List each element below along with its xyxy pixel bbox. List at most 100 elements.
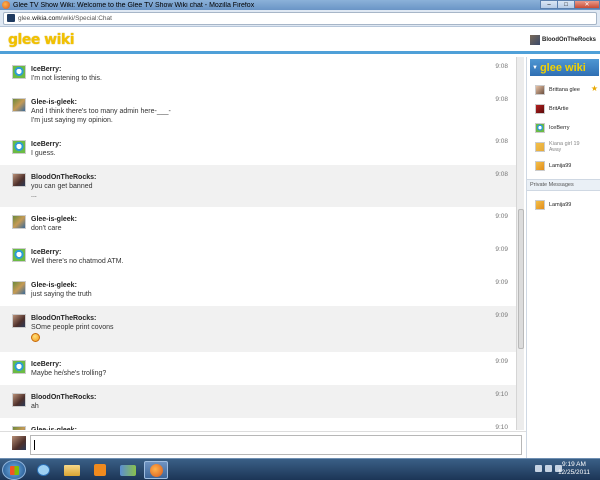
wiki-header: glee wiki BloodOnTheRocks [0, 28, 600, 54]
user-list-item[interactable]: BritArtie [527, 99, 600, 118]
chat-message-list[interactable]: IceBerry: I'm not listening to this. 9:08 G… [0, 57, 516, 430]
message-text: I'm not listening to this. [31, 75, 102, 82]
blood-avatar[interactable] [12, 173, 26, 187]
gleek-avatar[interactable] [12, 215, 26, 229]
tray-arrow-icon[interactable] [535, 465, 542, 472]
message-timestamp: 9:09 [495, 213, 508, 220]
user-name: Brittana glee [549, 87, 580, 93]
windows-taskbar: 9:19 AM 12/25/2011 [0, 458, 600, 480]
network-icon[interactable] [545, 465, 552, 472]
maximize-button[interactable]: □ [557, 0, 575, 9]
private-messages-list: Lamija99 [527, 195, 600, 214]
user-list-item[interactable]: IceBerry [527, 118, 600, 137]
window-controls: – □ ✕ [540, 0, 600, 10]
self-avatar [12, 436, 26, 450]
url-prefix: glee. [18, 14, 33, 22]
chat-input-row [0, 431, 526, 458]
wiki-logo[interactable]: glee wiki [8, 32, 75, 48]
private-messages-header: Private Messages [527, 179, 600, 191]
collapse-arrow-icon[interactable]: ▼ [532, 65, 538, 71]
window-title: Glee TV Show Wiki: Welcome to the Glee T… [13, 1, 255, 9]
user-name-text: Lamija99 [549, 201, 572, 208]
blood-avatar[interactable] [12, 393, 26, 407]
current-user[interactable]: BloodOnTheRocks [529, 34, 596, 45]
star-icon: ★ [590, 84, 598, 93]
iceberry-avatar[interactable] [12, 360, 26, 374]
user-name: BritArtie [549, 106, 569, 112]
chat-scrollbar-thumb[interactable] [518, 209, 524, 349]
user-avatar [535, 199, 545, 210]
user-name-text: Brittana glee [549, 86, 580, 93]
address-bar[interactable]: glee.wikia.com/wiki/Special:Chat [3, 11, 597, 25]
internet-explorer-icon [37, 464, 50, 476]
message-text: you can get banned [31, 183, 93, 190]
message-timestamp: 9:09 [495, 246, 508, 253]
message-username[interactable]: BloodOnTheRocks: [31, 315, 516, 322]
site-favicon-icon [7, 14, 15, 22]
sidebar-wiki-logo: glee wiki [539, 61, 586, 74]
gleek-avatar[interactable] [12, 426, 26, 430]
iceberry-avatar[interactable] [12, 248, 26, 262]
sidebar-wiki-header[interactable]: ▼ glee wiki [530, 59, 599, 76]
current-user-name: BloodOnTheRocks [541, 36, 596, 43]
taskbar-media-player[interactable] [88, 461, 112, 479]
start-button[interactable] [2, 460, 26, 480]
message-username[interactable]: Glee-is-gleek: [31, 99, 516, 106]
taskbar-paint[interactable] [116, 461, 140, 479]
iceberry-avatar[interactable] [12, 140, 26, 154]
message-username[interactable]: BloodOnTheRocks: [31, 174, 516, 181]
message-username[interactable]: IceBerry: [31, 249, 516, 256]
message-timestamp: 9:09 [495, 279, 508, 286]
taskbar-firefox[interactable] [144, 461, 168, 479]
chat-message: Glee-is-gleek: And I think there's too ma… [0, 90, 516, 132]
gleek-avatar[interactable] [12, 281, 26, 295]
message-username[interactable]: IceBerry: [31, 361, 516, 368]
user-list-item[interactable]: Brittana glee ★ [527, 80, 600, 99]
message-text: I guess. [31, 150, 56, 157]
taskbar-ie[interactable] [32, 461, 56, 479]
chat-message: BloodOnTheRocks: SOme people print covons… [0, 306, 516, 352]
message-timestamp: 9:08 [495, 171, 508, 178]
message-username[interactable]: Glee-is-gleek: [31, 282, 516, 289]
message-emoticon [31, 333, 516, 344]
user-avatar [535, 103, 545, 114]
close-button[interactable]: ✕ [574, 0, 600, 9]
navigation-bar: glee.wikia.com/wiki/Special:Chat [0, 10, 600, 27]
user-list-item[interactable]: Lamija99 [527, 195, 600, 214]
user-name: Lamija99 [549, 202, 571, 208]
message-username[interactable]: Glee-is-gleek: [31, 427, 516, 430]
url-path: /wiki/Special:Chat [60, 14, 112, 22]
blood-avatar[interactable] [12, 314, 26, 328]
iceberry-avatar[interactable] [12, 65, 26, 79]
gleek-avatar[interactable] [12, 98, 26, 112]
window-titlebar[interactable]: Glee TV Show Wiki: Welcome to the Glee T… [0, 0, 600, 10]
message-username[interactable]: IceBerry: [31, 141, 516, 148]
chat-scrollbar[interactable] [516, 57, 524, 430]
message-text: I'm just saying my opinion. [31, 117, 113, 124]
message-timestamp: 9:09 [495, 358, 508, 365]
user-name-text: BritArtie [549, 105, 569, 112]
taskbar-explorer[interactable] [60, 461, 84, 479]
chat-message: BloodOnTheRocks: you can get banned... 9:0… [0, 165, 516, 207]
message-timestamp: 9:08 [495, 96, 508, 103]
message-text: ... [31, 192, 37, 199]
user-name: IceBerry [549, 125, 569, 131]
message-text: just saying the truth [31, 291, 92, 298]
chat-input[interactable] [30, 435, 522, 455]
message-text: Maybe he/she's trolling? [31, 370, 107, 377]
chat-message: Glee-is-gleek:9:10 [0, 418, 516, 430]
chat-message: IceBerry: I'm not listening to this. 9:08 [0, 57, 516, 90]
user-list-item[interactable]: Kiana girl 19 Away [527, 137, 600, 156]
minimize-button[interactable]: – [540, 0, 558, 9]
folder-icon [64, 465, 80, 476]
user-avatar [535, 122, 545, 133]
message-username[interactable]: Glee-is-gleek: [31, 216, 516, 223]
user-list-item[interactable]: Lamija99 [527, 156, 600, 175]
user-name-text: Kiana girl 19 [549, 140, 580, 147]
message-timestamp: 9:10 [495, 424, 508, 430]
message-username[interactable]: IceBerry: [31, 66, 516, 73]
taskbar-clock[interactable]: 9:19 AM 12/25/2011 [558, 461, 590, 477]
message-username[interactable]: BloodOnTheRocks: [31, 394, 516, 401]
chat-message: BloodOnTheRocks: ah 9:10 [0, 385, 516, 418]
firefox-taskbar-icon [150, 464, 163, 477]
